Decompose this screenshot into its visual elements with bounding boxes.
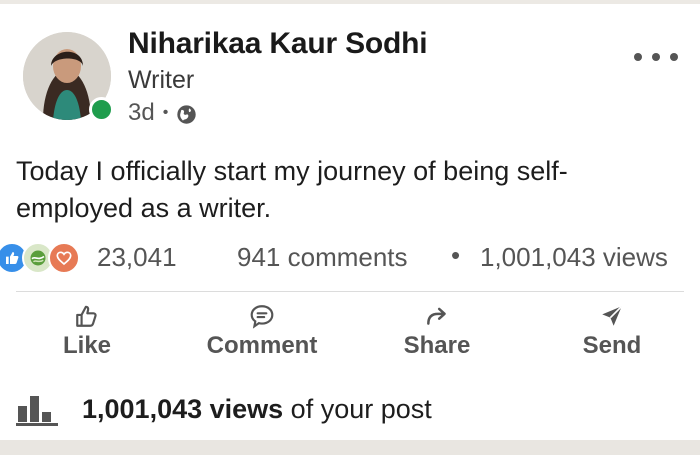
comment-label: Comment [206, 332, 318, 359]
action-bar: Like Comment Share Send [0, 300, 700, 366]
post-card: Niharikaa Kaur Sodhi Writer 3d • Today I… [0, 0, 700, 440]
send-label: Send [582, 332, 642, 359]
more-dot-icon [670, 53, 678, 61]
bottom-edge [0, 440, 700, 455]
like-button[interactable]: Like [45, 300, 129, 366]
more-dot-icon [652, 53, 660, 61]
comment-button[interactable]: Comment [197, 300, 327, 366]
like-label: Like [62, 332, 112, 359]
analytics-suffix: of your post [283, 393, 432, 424]
meta-separator: • [162, 104, 169, 121]
online-status-indicator [89, 97, 114, 122]
share-button[interactable]: Share [392, 300, 482, 366]
more-options-button[interactable] [634, 50, 678, 64]
thumbs-up-icon [76, 305, 97, 327]
analytics-views: 1,001,043 views [82, 393, 284, 424]
send-icon [602, 305, 623, 326]
post-meta: 3d • [128, 99, 197, 127]
counts-separator: • [451, 240, 461, 270]
comments-count[interactable]: 941 comments [237, 242, 408, 273]
more-dot-icon [634, 53, 642, 61]
comment-icon [250, 305, 274, 329]
analytics-text: 1,001,043 views of your post [82, 394, 432, 425]
send-button[interactable]: Send [572, 300, 652, 366]
top-edge [0, 0, 700, 4]
divider [16, 291, 684, 292]
post-analytics[interactable]: 1,001,043 views of your post [16, 390, 432, 428]
reactions-count[interactable]: 23,041 [97, 242, 177, 273]
post-age: 3d [128, 99, 155, 126]
views-count[interactable]: 1,001,043 views [480, 242, 668, 273]
share-label: Share [403, 332, 471, 359]
share-arrow-icon [427, 307, 446, 325]
author-name[interactable]: Niharikaa Kaur Sodhi [128, 27, 428, 61]
love-reaction-icon [48, 242, 80, 274]
author-headline: Writer [128, 66, 195, 94]
bar-chart-icon [16, 396, 58, 426]
globe-icon [177, 104, 196, 124]
social-counts: 23,041 941 comments • 1,001,043 views [0, 240, 700, 276]
post-text: Today I officially start my journey of b… [16, 156, 568, 223]
